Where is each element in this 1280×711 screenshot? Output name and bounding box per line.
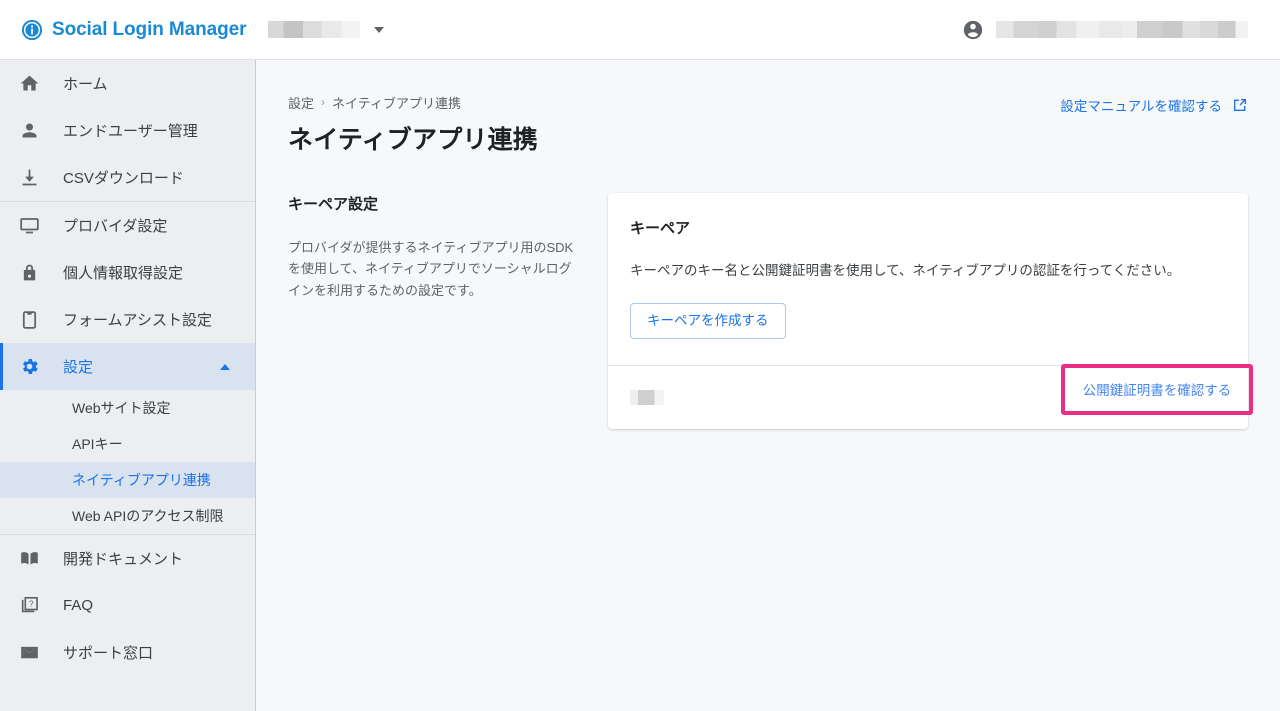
account-name-masked [996, 21, 1248, 38]
book-icon [17, 547, 41, 571]
brand: Social Login Manager [21, 19, 246, 41]
keypair-card: キーペア キーペアのキー名と公開鍵証明書を使用して、ネイティブアプリの認証を行っ… [608, 193, 1253, 429]
info-badge-icon [21, 19, 43, 41]
create-keypair-button[interactable]: キーペアを作成する [630, 303, 786, 339]
card-description: キーペアのキー名と公開鍵証明書を使用して、ネイティブアプリの認証を行ってください… [630, 263, 1181, 278]
sidebar-group-primary: ホーム エンドユーザー管理 CSVダウンロード [0, 60, 255, 201]
sidebar-item-provider-settings[interactable]: プロバイダ設定 [0, 202, 255, 249]
sidebar-item-form-assist-settings[interactable]: フォームアシスト設定 [0, 296, 255, 343]
breadcrumb-separator: › [321, 95, 326, 109]
sidebar-item-website-settings[interactable]: Webサイト設定 [0, 390, 255, 426]
page-title: ネイティブアプリ連携 [288, 126, 539, 154]
chevron-up-icon[interactable] [220, 363, 230, 370]
sidebar-item-label: 設定 [63, 359, 94, 376]
sidebar-item-faq[interactable]: ? FAQ [0, 582, 255, 629]
sidebar-item-label: FAQ [63, 597, 94, 614]
breadcrumb-parent[interactable]: 設定 [288, 93, 314, 112]
monitor-icon [17, 214, 41, 238]
sidebar-item-label: CSVダウンロード [63, 170, 184, 187]
content-columns: キーペア設定 プロバイダが提供するネイティブアプリ用のSDKを使用して、ネイティ… [256, 193, 1280, 429]
keypair-row: 公開鍵証明書を確認する [608, 363, 1253, 429]
account-area[interactable] [962, 19, 1248, 41]
account-circle-icon[interactable] [962, 19, 984, 41]
sidebar-item-label: ホーム [63, 76, 108, 93]
sidebar-item-label: 開発ドキュメント [63, 551, 184, 568]
setup-manual-link[interactable]: 設定マニュアルを確認する [1060, 95, 1248, 115]
view-public-key-certificate-button[interactable]: 公開鍵証明書を確認する [1083, 379, 1232, 399]
sidebar-item-personal-info-settings[interactable]: 個人情報取得設定 [0, 249, 255, 296]
sidebar-item-native-app-integration[interactable]: ネイティブアプリ連携 [0, 462, 255, 498]
app-title: Social Login Manager [52, 18, 247, 40]
svg-text:?: ? [28, 598, 33, 608]
page-header: 設定 › ネイティブアプリ連携 ネイティブアプリ連携 設定マニュアルを確認する [256, 60, 1280, 156]
download-icon [17, 166, 41, 190]
sidebar-group-settings: プロバイダ設定 個人情報取得設定 フォームアシスト設定 設定 Webサイト設定 … [0, 201, 255, 534]
sidebar-item-api-key[interactable]: APIキー [0, 426, 255, 462]
section-description: プロバイダが提供するネイティブアプリ用のSDKを使用して、ネイティブアプリでソー… [288, 240, 574, 298]
sidebar-group-help: 開発ドキュメント ? FAQ サポート窓口 [0, 534, 255, 676]
clipboard-icon [17, 308, 41, 332]
home-icon [17, 72, 41, 96]
faq-page-icon: ? [17, 594, 41, 618]
sidebar-item-csv-download[interactable]: CSVダウンロード [0, 154, 255, 201]
sidebar: ホーム エンドユーザー管理 CSVダウンロード プロバイダ設定 個人情報取得設定… [0, 60, 256, 711]
sidebar-item-developer-docs[interactable]: 開発ドキュメント [0, 535, 255, 582]
sidebar-item-end-user-management[interactable]: エンドユーザー管理 [0, 107, 255, 154]
sidebar-item-label: エンドユーザー管理 [63, 123, 198, 140]
sidebar-item-label: 個人情報取得設定 [63, 265, 184, 282]
sidebar-item-home[interactable]: ホーム [0, 60, 255, 107]
sidebar-item-settings[interactable]: 設定 [0, 343, 255, 390]
mail-icon [17, 641, 41, 665]
card-title: キーペア [630, 220, 691, 237]
key-name-masked [630, 389, 664, 405]
app-header: Social Login Manager [0, 0, 1280, 60]
keypair-card-column: キーペア キーペアのキー名と公開鍵証明書を使用して、ネイティブアプリの認証を行っ… [608, 193, 1253, 429]
sidebar-item-label: サポート窓口 [63, 645, 154, 662]
main-content: 設定 › ネイティブアプリ連携 ネイティブアプリ連携 設定マニュアルを確認する … [256, 60, 1280, 711]
setup-manual-label: 設定マニュアルを確認する [1060, 99, 1222, 114]
sidebar-item-label: プロバイダ設定 [63, 218, 168, 235]
sidebar-item-label: フォームアシスト設定 [63, 312, 212, 329]
section-description-column: キーペア設定 プロバイダが提供するネイティブアプリ用のSDKを使用して、ネイティ… [288, 193, 608, 429]
lock-icon [17, 261, 41, 285]
keypair-card-body: キーペア キーペアのキー名と公開鍵証明書を使用して、ネイティブアプリの認証を行っ… [608, 193, 1248, 365]
sidebar-item-web-api-access-restriction[interactable]: Web APIのアクセス制限 [0, 498, 255, 534]
section-title: キーペア設定 [288, 196, 379, 213]
external-link-icon [1232, 97, 1248, 113]
gear-icon [17, 355, 41, 379]
sidebar-item-support-contact[interactable]: サポート窓口 [0, 629, 255, 676]
tenant-name-masked [268, 21, 361, 38]
tenant-selector[interactable] [268, 21, 385, 38]
view-certificate-highlight: 公開鍵証明書を確認する [1061, 363, 1253, 415]
breadcrumb-current: ネイティブアプリ連携 [332, 95, 461, 111]
person-icon [17, 119, 41, 143]
chevron-down-icon[interactable] [374, 26, 385, 33]
